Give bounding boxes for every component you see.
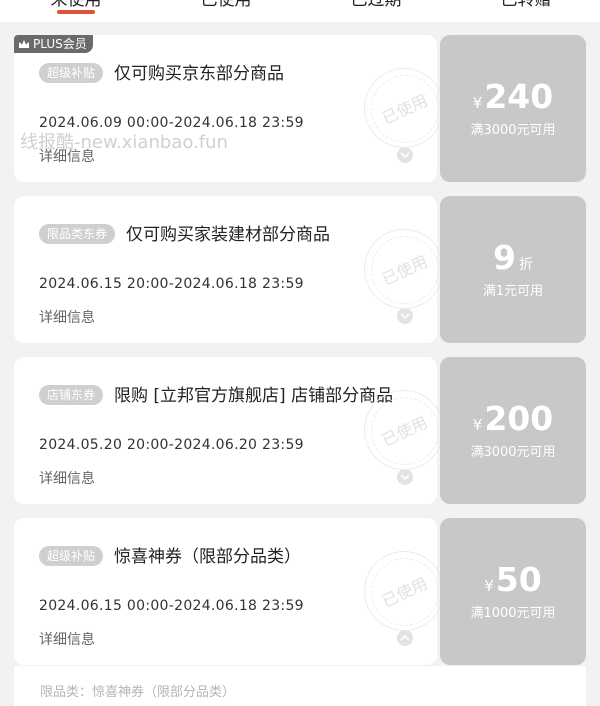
coupon-info-panel: 限品类东券 仅可购买家装建材部分商品 2024.06.15 20:00-2024… bbox=[14, 196, 444, 343]
coupon-title: 仅可购买京东部分商品 bbox=[114, 64, 284, 84]
active-tab-indicator bbox=[57, 10, 95, 14]
coupon-detail-link[interactable]: 详细信息 bbox=[39, 307, 95, 327]
chevron-down-icon[interactable] bbox=[397, 308, 413, 324]
coupon-title: 仅可购买家装建材部分商品 bbox=[126, 225, 330, 245]
coupon-title: 限购 [立邦官方旗舰店] 店铺部分商品 bbox=[114, 386, 394, 406]
coupon-tag: 超级补贴 bbox=[39, 63, 104, 83]
coupon-validity: 2024.05.20 20:00-2024.06.20 23:59 bbox=[39, 437, 304, 453]
coupon-amount: 9 bbox=[493, 238, 516, 277]
coupon-card[interactable]: 限品类东券 仅可购买家装建材部分商品 2024.06.15 20:00-2024… bbox=[14, 196, 586, 343]
coupon-tag: 店铺东券 bbox=[39, 385, 104, 405]
coupon-info-panel: 超级补贴 仅可购买京东部分商品 2024.06.09 00:00-2024.06… bbox=[14, 35, 444, 182]
currency-symbol: ¥ bbox=[472, 416, 483, 434]
coupon-amount: 240 bbox=[484, 77, 554, 116]
crown-icon bbox=[19, 40, 29, 48]
coupon-amount: 50 bbox=[495, 560, 542, 599]
coupon-condition: 满3000元可用 bbox=[470, 445, 556, 460]
coupon-condition: 满3000元可用 bbox=[470, 123, 556, 138]
chevron-down-icon[interactable] bbox=[397, 147, 413, 163]
expanded-detail-text: 限品类：惊喜神券（限部分品类） bbox=[40, 685, 236, 700]
tab-used[interactable]: 已使用 bbox=[186, 0, 266, 12]
used-stamp-icon: 已使用 bbox=[364, 229, 444, 309]
coupon-info-panel: 超级补贴 惊喜神券（限部分品类） 2024.06.15 00:00-2024.0… bbox=[14, 518, 444, 665]
watermark-text: 线报酷-new.xianbao.fun bbox=[20, 132, 228, 153]
coupon-condition: 满1元可用 bbox=[482, 284, 544, 299]
coupon-value-panel: 9 折 满1元可用 bbox=[440, 196, 586, 343]
chevron-down-icon[interactable] bbox=[397, 469, 413, 485]
coupon-info-panel: 店铺东券 限购 [立邦官方旗舰店] 店铺部分商品 2024.05.20 20:0… bbox=[14, 357, 444, 504]
coupon-condition: 满1000元可用 bbox=[470, 606, 556, 621]
coupon-value-panel: ¥ 50 满1000元可用 bbox=[440, 518, 586, 665]
coupon-card[interactable]: 超级补贴 惊喜神券（限部分品类） 2024.06.15 00:00-2024.0… bbox=[14, 518, 586, 665]
coupon-tag: 限品类东券 bbox=[39, 224, 116, 244]
currency-symbol: ¥ bbox=[472, 94, 483, 112]
coupon-tag: 超级补贴 bbox=[39, 546, 104, 566]
coupon-value-panel: ¥ 200 满3000元可用 bbox=[440, 357, 586, 504]
tab-transferred[interactable]: 已转赠 bbox=[486, 0, 566, 12]
chevron-up-icon[interactable] bbox=[397, 630, 413, 646]
coupon-validity: 2024.06.15 00:00-2024.06.18 23:59 bbox=[39, 598, 304, 614]
coupon-detail-link[interactable]: 详细信息 bbox=[39, 468, 95, 488]
plus-member-badge: PLUS会员 bbox=[14, 35, 93, 53]
used-stamp-icon: 已使用 bbox=[364, 390, 444, 470]
coupon-card[interactable]: 店铺东券 限购 [立邦官方旗舰店] 店铺部分商品 2024.05.20 20:0… bbox=[14, 357, 586, 504]
coupon-value-panel: ¥ 240 满3000元可用 bbox=[440, 35, 586, 182]
tab-expired[interactable]: 已过期 bbox=[336, 0, 416, 12]
used-stamp-icon: 已使用 bbox=[364, 68, 444, 148]
used-stamp-icon: 已使用 bbox=[364, 551, 444, 631]
coupon-title: 惊喜神券（限部分品类） bbox=[114, 547, 301, 567]
discount-unit: 折 bbox=[518, 257, 533, 273]
coupon-card[interactable]: 超级补贴 仅可购买京东部分商品 2024.06.09 00:00-2024.06… bbox=[14, 35, 586, 182]
coupon-status-tabs: 未使用 已使用 已过期 已转赠 bbox=[0, 0, 600, 22]
coupon-amount: 200 bbox=[484, 399, 554, 438]
coupon-detail-link[interactable]: 详细信息 bbox=[39, 629, 95, 649]
coupon-validity: 2024.06.15 20:00-2024.06.18 23:59 bbox=[39, 276, 304, 292]
plus-badge-label: PLUS会员 bbox=[33, 37, 87, 51]
currency-symbol: ¥ bbox=[484, 577, 494, 595]
